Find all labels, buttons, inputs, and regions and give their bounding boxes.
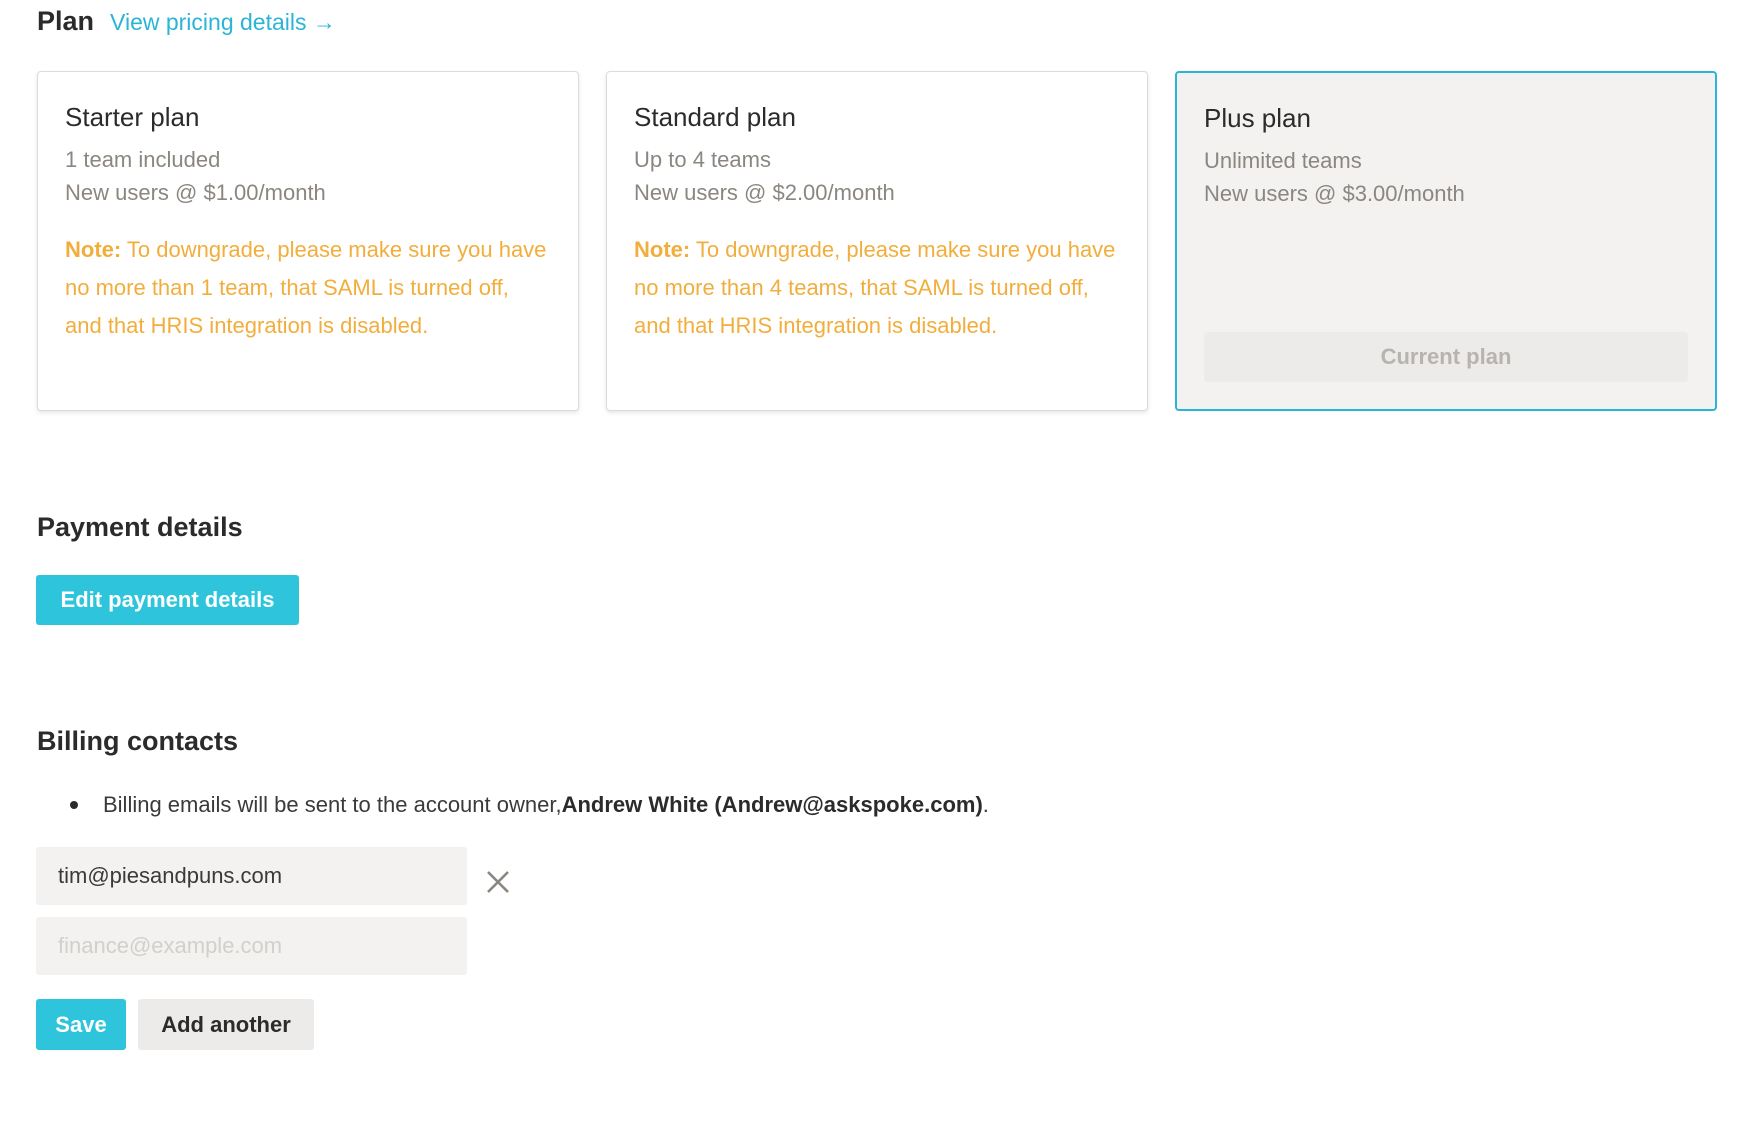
note-label: Note: [634, 237, 691, 262]
plan-teams: Up to 4 teams [634, 147, 771, 172]
payment-details-title: Payment details [37, 512, 243, 542]
plan-teams: 1 team included [65, 147, 221, 172]
plan-cards: Starter plan 1 team included New users @… [37, 71, 1717, 411]
downgrade-note: Note: To downgrade, please make sure you… [634, 231, 1120, 345]
plan-price: New users @ $1.00/month [65, 180, 326, 205]
note-label: Note: [65, 237, 122, 262]
close-icon [487, 871, 509, 893]
plan-name: Standard plan [634, 102, 796, 132]
plan-card-standard[interactable]: Standard plan Up to 4 teams New users @ … [606, 71, 1148, 411]
note-text: To downgrade, please make sure you have … [65, 237, 547, 338]
current-plan-button: Current plan [1204, 332, 1688, 382]
plan-name: Plus plan [1204, 103, 1311, 133]
plan-name: Starter plan [65, 102, 200, 132]
billing-info-prefix: Billing emails will be sent to the accou… [103, 792, 562, 817]
remove-email-button[interactable] [482, 866, 514, 898]
plan-card-starter[interactable]: Starter plan 1 team included New users @… [37, 71, 579, 411]
plan-card-plus: Plus plan Unlimited teams New users @ $3… [1175, 71, 1717, 411]
add-another-button[interactable]: Add another [138, 999, 314, 1050]
plan-header: Plan View pricing details → [37, 6, 336, 37]
new-billing-email-field[interactable] [36, 917, 467, 975]
billing-contacts-title: Billing contacts [37, 726, 239, 756]
plan-teams: Unlimited teams [1204, 148, 1362, 173]
billing-email-field[interactable] [36, 847, 467, 905]
downgrade-note: Note: To downgrade, please make sure you… [65, 231, 551, 345]
plan-title: Plan [37, 6, 95, 36]
save-button[interactable]: Save [36, 999, 126, 1050]
view-pricing-link[interactable]: View pricing details → [110, 9, 336, 36]
edit-payment-details-button[interactable]: Edit payment details [36, 575, 299, 625]
plan-price: New users @ $3.00/month [1204, 181, 1465, 206]
billing-info-suffix: . [982, 792, 989, 817]
bullet-icon [70, 801, 78, 809]
note-text: To downgrade, please make sure you have … [634, 237, 1116, 338]
plan-price: New users @ $2.00/month [634, 180, 895, 205]
billing-info: Billing emails will be sent to the accou… [70, 792, 989, 818]
account-owner: Andrew White (Andrew@askspoke.com) [561, 792, 983, 817]
